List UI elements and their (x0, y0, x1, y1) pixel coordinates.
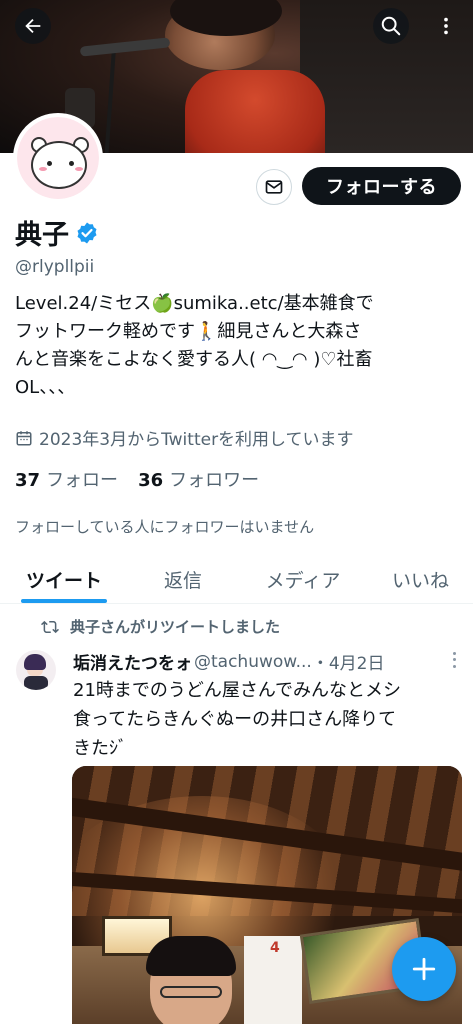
avatar-bear-eye (69, 161, 74, 166)
arrow-left-icon (25, 18, 41, 34)
more-dot (452, 665, 456, 669)
message-button[interactable] (256, 169, 292, 205)
tweet-text-line: 食ってたらきんぐぬーの井口さん降りて (73, 709, 397, 730)
tweet-author-handle[interactable]: @tachuwow... (194, 652, 312, 672)
tweet-author-name[interactable]: 垢消えたつをォ (73, 649, 192, 674)
more-vertical-icon (444, 17, 448, 35)
compose-tweet-button[interactable] (392, 937, 456, 1001)
bio-line: んと音楽をこよなく愛する人( ◠‿◠ )♡社畜 (15, 349, 373, 370)
profile-avatar[interactable] (13, 113, 103, 203)
bio-line: Level.24/ミセス🍏sumika..etc/基本雑食で (15, 293, 374, 314)
profile-handle: @rlypllpii (15, 257, 95, 277)
followers-count: 36 (138, 470, 164, 491)
tweet-header: 垢消えたつをォ @tachuwow... ・4月2日 (73, 649, 458, 675)
profile-bio: Level.24/ミセス🍏sumika..etc/基本雑食で フットワーク軽めで… (15, 290, 460, 402)
tab-tweets[interactable]: ツイート (0, 556, 128, 603)
avatar-bear-face (31, 141, 87, 189)
tab-label: メディア (265, 570, 341, 592)
more-options-button[interactable] (428, 8, 464, 44)
tab-likes[interactable]: いいね (368, 556, 473, 603)
plus-icon (412, 957, 436, 981)
tab-replies[interactable]: 返信 (128, 556, 238, 603)
more-dot (452, 651, 456, 655)
tweet-text[interactable]: 21時までのうどん屋さんでみんなとメシ 食ってたらきんぐぬーの井口さん降りて き… (73, 676, 463, 763)
followers-label: フォロワー (169, 470, 260, 491)
verified-badge-icon[interactable] (75, 221, 99, 245)
profile-tabs: ツイート 返信 メディア いいね (0, 556, 473, 604)
follow-stats: 37 フォロー 36 フォロワー (15, 466, 259, 492)
avatar-bear-eye (47, 161, 52, 166)
tab-label: いいね (391, 570, 449, 592)
more-dot (452, 658, 456, 662)
avatar-bear-blush (39, 167, 47, 171)
following-label: フォロー (46, 470, 119, 491)
retweet-icon (41, 620, 59, 633)
avatar-image (17, 117, 99, 199)
tweet-text-line: きたｼﾞ (73, 738, 127, 759)
tweet-more-button[interactable] (448, 650, 460, 670)
joined-date: 2023年3月からTwitterを利用しています (15, 425, 354, 450)
avatar-bear-blush (75, 167, 83, 171)
bio-line: フットワーク軽めです🚶細見さんと大森さ (15, 321, 362, 342)
retweet-indicator[interactable]: 典子さんがリツイートしました (40, 616, 280, 637)
back-button[interactable] (15, 8, 51, 44)
tweet-author-avatar[interactable] (16, 650, 56, 690)
avatar-character-body (24, 676, 48, 690)
tweet-text-line: 21時までのうどん屋さんでみんなとメシ (73, 680, 402, 701)
banner-mic-stand (104, 49, 116, 153)
photo-calendar: 4 (244, 936, 302, 1024)
followers-link[interactable]: 36 フォロワー (138, 466, 259, 492)
tweet-date[interactable]: ・4月2日 (312, 649, 385, 674)
banner-person-shirt (185, 70, 325, 153)
tab-label: ツイート (25, 570, 102, 592)
follow-button[interactable]: フォローする (302, 167, 461, 205)
profile-name: 典子 (15, 213, 99, 252)
avatar-character-hair (24, 654, 46, 670)
mail-icon (265, 180, 283, 194)
display-name-text: 典子 (15, 220, 69, 251)
following-count: 37 (15, 470, 41, 491)
joined-text: 2023年3月からTwitterを利用しています (39, 430, 354, 450)
retweet-text: 典子さんがリツイートしました (70, 618, 281, 636)
bio-line: OL、、、 (15, 377, 76, 398)
tab-label: 返信 (163, 570, 202, 592)
photo-person-hair (146, 936, 236, 976)
calendar-icon (16, 430, 32, 445)
search-icon (381, 16, 401, 36)
active-tab-indicator (21, 599, 107, 603)
tab-media[interactable]: メディア (238, 556, 368, 603)
calendar-month: 4 (270, 940, 280, 956)
mutual-followers-note: フォローしている人にフォロワーはいません (15, 518, 315, 536)
photo-person-glasses (160, 986, 222, 998)
banner-microphone (79, 37, 171, 57)
search-button[interactable] (373, 8, 409, 44)
following-link[interactable]: 37 フォロー (15, 466, 118, 492)
